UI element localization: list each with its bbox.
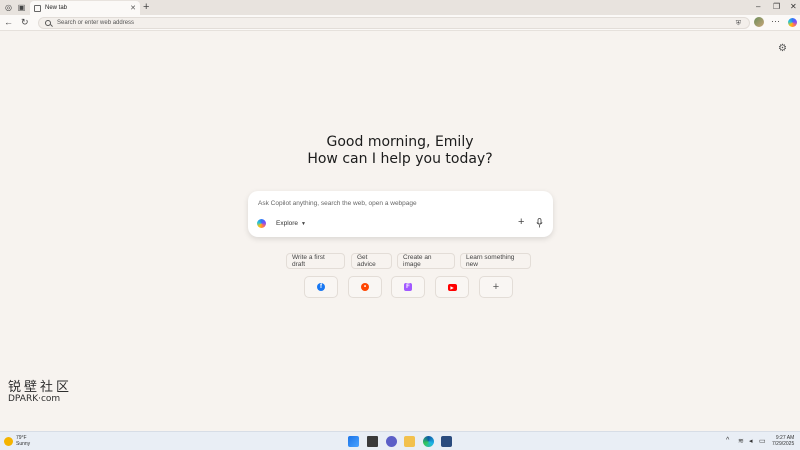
volume-icon[interactable]: ◂ <box>749 437 753 445</box>
suggestion-chip[interactable]: Write a first draft <box>286 253 345 269</box>
tab-title: New tab <box>45 5 68 11</box>
store-icon[interactable] <box>441 436 452 447</box>
suggestion-chip[interactable]: Get advice <box>351 253 392 269</box>
gear-icon[interactable]: ⚙ <box>778 44 788 54</box>
suggestion-chips: Write a first draft Get advice Create an… <box>0 253 800 269</box>
sun-icon <box>4 436 13 446</box>
file-explorer-icon[interactable] <box>404 436 415 447</box>
plus-icon: + <box>492 280 500 293</box>
tab-favicon-icon <box>34 4 41 12</box>
close-tab-icon[interactable]: ✕ <box>130 4 136 12</box>
weather-desc: Sunny <box>16 441 31 447</box>
weather-widget[interactable]: 79°F Sunny <box>4 435 30 447</box>
minimize-icon[interactable]: – <box>756 2 760 11</box>
quick-link-reddit[interactable]: • <box>348 276 382 298</box>
more-options-icon[interactable]: ··· <box>771 16 780 26</box>
task-view-icon[interactable] <box>367 436 378 447</box>
suggestion-chip[interactable]: Learn something new <box>460 253 531 269</box>
profile-icon[interactable]: ◎ <box>3 2 14 13</box>
watermark-latin: DPARK·com <box>8 394 61 404</box>
reddit-icon: • <box>361 283 369 291</box>
tab-strip: ◎ ▣ New tab ✕ + – ❐ ✕ <box>0 0 800 15</box>
facebook-icon: f <box>317 283 325 291</box>
explore-dropdown[interactable]: Explore ▼ <box>272 218 310 229</box>
weather-text: 79°F Sunny <box>16 435 30 447</box>
shield-icon[interactable]: ⛨ <box>736 20 741 28</box>
explore-label: Explore <box>276 220 299 227</box>
avatar[interactable] <box>754 17 764 27</box>
chevron-down-icon: ▼ <box>301 220 306 227</box>
clock[interactable]: 9:27 AM 7/29/2025 <box>772 435 794 447</box>
new-tab-button[interactable]: + <box>143 1 149 13</box>
quick-link-youtube[interactable]: ▶ <box>435 276 469 298</box>
add-icon[interactable]: + <box>518 217 524 228</box>
edge-icon[interactable] <box>423 436 434 447</box>
copilot-composer[interactable]: Ask Copilot anything, search the web, op… <box>248 191 553 237</box>
tab-actions-icon[interactable]: ▣ <box>16 2 27 13</box>
chevron-up-icon[interactable]: ^ <box>726 437 729 444</box>
composer-input[interactable]: Ask Copilot anything, search the web, op… <box>258 200 417 207</box>
refresh-icon[interactable]: ↻ <box>21 17 29 28</box>
search-icon <box>45 20 51 26</box>
close-window-icon[interactable]: ✕ <box>790 2 797 11</box>
address-placeholder: Search or enter web address <box>57 20 135 26</box>
wifi-icon[interactable]: ≋ <box>738 437 744 445</box>
browser-toolbar: ← ↻ Search or enter web address ⛨ <box>0 15 800 31</box>
youtube-icon: ▶ <box>447 283 457 291</box>
back-icon[interactable]: ← <box>4 17 13 27</box>
windows-start-icon[interactable] <box>348 436 359 447</box>
quick-link-figma[interactable]: F <box>391 276 425 298</box>
clock-date: 7/29/2025 <box>772 441 795 447</box>
greeting-subtitle: How can I help you today? <box>307 151 493 167</box>
microphone-icon[interactable] <box>536 218 543 228</box>
copilot-icon[interactable] <box>788 18 797 27</box>
watermark-cjk: 锐壁社区 <box>8 380 73 395</box>
restore-icon[interactable]: ❐ <box>773 2 780 11</box>
copilot-logo-icon <box>257 219 266 228</box>
watermark: 锐壁社区 DPARK·com <box>8 376 72 404</box>
address-bar[interactable]: Search or enter web address ⛨ <box>38 17 750 29</box>
taskbar: 79°F Sunny ^ ≋ ◂ ▭ 9:27 AM 7/29/2025 <box>0 431 800 450</box>
battery-icon[interactable]: ▭ <box>759 437 766 445</box>
tab-new-tab[interactable]: New tab ✕ <box>30 1 140 15</box>
figma-icon: F <box>404 283 412 291</box>
chat-icon[interactable] <box>386 436 397 447</box>
add-shortcut-button[interactable]: + <box>479 276 513 298</box>
quick-link-facebook[interactable]: f <box>304 276 338 298</box>
greeting-title: Good morning, Emily <box>326 134 474 150</box>
suggestion-chip[interactable]: Create an image <box>397 253 455 269</box>
